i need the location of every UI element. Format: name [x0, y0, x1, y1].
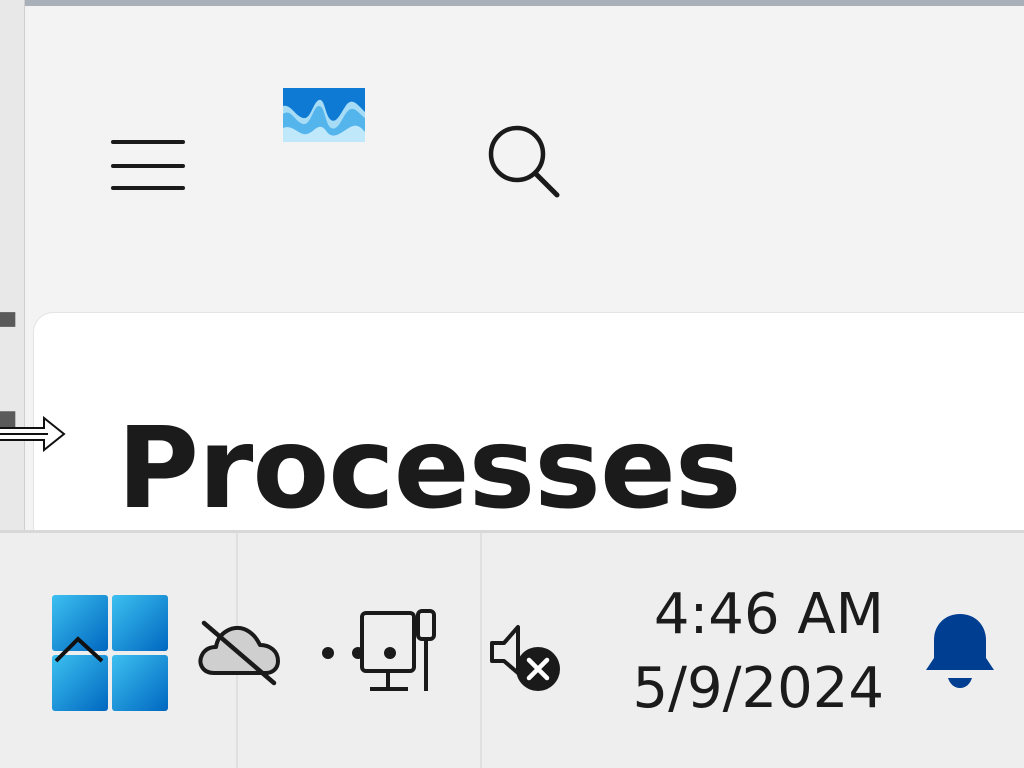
clock-date: 5/9/2024 — [632, 656, 884, 721]
onedrive-offline-icon[interactable] — [198, 617, 282, 687]
search-icon[interactable] — [483, 122, 563, 202]
hamburger-icon-line — [111, 164, 185, 168]
page-title: Processes — [117, 404, 742, 534]
clock-time: 4:46 AM — [653, 582, 884, 647]
hamburger-icon-line — [111, 186, 185, 190]
menu-button[interactable] — [109, 132, 187, 192]
taskbar: 4:46 AM 5/9/2024 — [0, 530, 1024, 768]
windows-start-icon[interactable] — [52, 595, 170, 713]
screen: t Processes — [0, 0, 1024, 768]
bell-icon[interactable] — [924, 610, 996, 690]
network-ethernet-icon[interactable] — [318, 607, 444, 699]
processes-panel: Processes — [33, 312, 1024, 553]
task-manager-logo-icon — [283, 88, 365, 142]
task-manager-window: Processes — [25, 0, 1024, 553]
resize-cursor-icon — [0, 416, 66, 452]
volume-muted-icon[interactable] — [488, 621, 564, 693]
taskbar-divider — [480, 533, 482, 768]
hamburger-icon — [111, 140, 185, 144]
clock[interactable]: 4:46 AM 5/9/2024 — [632, 579, 884, 727]
